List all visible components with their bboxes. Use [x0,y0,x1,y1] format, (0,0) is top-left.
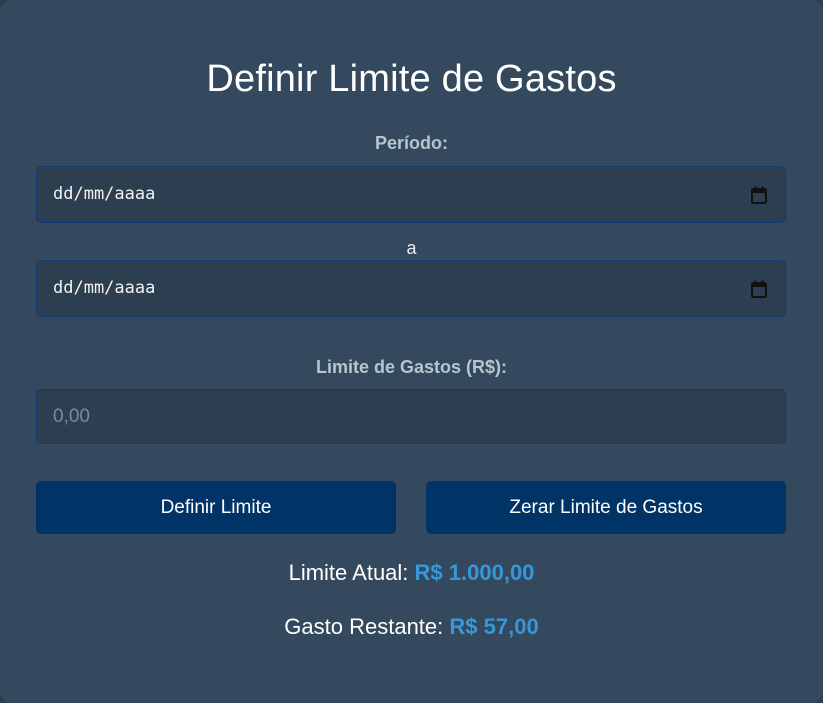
start-date-placeholder: dd/mm/aaaa [53,184,156,204]
period-separator: a [406,238,417,258]
page-title: Definir Limite de Gastos [206,58,617,100]
current-limit-line: Limite Atual: R$ 1.000,00 [0,560,823,586]
calendar-icon[interactable] [751,186,767,204]
limit-label: Limite de Gastos (R$): [315,357,508,377]
period-label: Período: [374,133,448,153]
calendar-icon[interactable] [751,280,767,298]
start-date-input[interactable]: dd/mm/aaaa [36,166,786,223]
remaining-value: R$ 57,00 [449,614,539,639]
remaining-label: Gasto Restante: [284,614,444,639]
limit-amount-placeholder: 0,00 [53,406,90,427]
current-limit-value: R$ 1.000,00 [414,560,535,585]
end-date-placeholder: dd/mm/aaaa [53,278,156,298]
spending-limit-card: Definir Limite de Gastos Período: dd/mm/… [0,0,823,703]
reset-limit-button[interactable]: Zerar Limite de Gastos [426,481,786,534]
set-limit-button[interactable]: Definir Limite [36,481,396,534]
limit-amount-input[interactable]: 0,00 [36,389,786,444]
current-limit-label: Limite Atual: [288,560,409,585]
end-date-input[interactable]: dd/mm/aaaa [36,260,786,317]
remaining-line: Gasto Restante: R$ 57,00 [0,614,823,640]
